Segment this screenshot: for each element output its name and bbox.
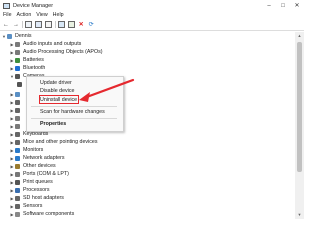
tree-item-label: Batteries bbox=[23, 57, 44, 63]
tree-item-label: Mice and other pointing devices bbox=[23, 139, 98, 145]
audio-icon bbox=[15, 49, 20, 55]
menu-item-scan-hardware[interactable]: Scan for hardware changes bbox=[40, 109, 105, 115]
monitor-icon bbox=[15, 147, 20, 153]
tree-item[interactable]: ▶ Bluetooth bbox=[9, 64, 45, 72]
tree-item-label: Monitors bbox=[23, 147, 44, 153]
close-icon[interactable]: ✕ bbox=[290, 0, 304, 11]
maximize-icon[interactable]: □ bbox=[276, 0, 290, 11]
menu-view[interactable]: View bbox=[36, 12, 47, 18]
scroll-up-icon[interactable]: ▲ bbox=[295, 32, 304, 40]
menu-item-update-driver[interactable]: Update driver bbox=[40, 80, 72, 86]
tree-item[interactable]: ▶ Software components bbox=[9, 210, 74, 218]
menu-divider bbox=[31, 106, 117, 107]
sensor-icon bbox=[15, 203, 20, 209]
scan-icon[interactable] bbox=[45, 21, 53, 29]
tree-item-label: Other devices bbox=[23, 163, 56, 169]
menu-item-uninstall-device[interactable]: Uninstall device bbox=[40, 97, 77, 103]
tree-item[interactable]: ▶ Network adapters bbox=[9, 154, 65, 162]
tree-item-label: Sensors bbox=[23, 203, 43, 209]
tree-item[interactable]: ▶ Processors bbox=[9, 186, 50, 194]
tree-item[interactable]: ▶ Print queues bbox=[9, 178, 53, 186]
toolbar: ← → ✕ ⟳ bbox=[0, 19, 304, 31]
tree-item[interactable]: ▶ Audio inputs and outputs bbox=[9, 40, 81, 48]
tree-item-label: Print queues bbox=[23, 179, 53, 185]
scrollbar-thumb[interactable] bbox=[297, 42, 302, 172]
camera-icon bbox=[17, 81, 22, 87]
tree-item-label: Processors bbox=[23, 187, 50, 193]
tree-item[interactable]: ▶ bbox=[9, 90, 23, 98]
camera-icon bbox=[15, 73, 20, 79]
bluetooth-icon bbox=[15, 65, 20, 71]
computer-icon bbox=[7, 33, 12, 39]
network-icon bbox=[15, 155, 20, 161]
menu-item-properties[interactable]: Properties bbox=[40, 121, 66, 127]
tree-item[interactable]: ▶ bbox=[9, 98, 23, 106]
tree-item-label: Audio Processing Objects (APOs) bbox=[23, 49, 103, 55]
tree-item-label: Software components bbox=[23, 211, 75, 217]
tree-item-label: Audio inputs and outputs bbox=[23, 41, 82, 47]
help-icon[interactable] bbox=[35, 21, 43, 29]
context-menu: Update driver Disable device Uninstall d… bbox=[26, 76, 124, 132]
device-manager-icon bbox=[3, 2, 10, 9]
software-icon bbox=[15, 211, 20, 217]
mouse-icon bbox=[15, 139, 20, 145]
minimize-icon[interactable]: – bbox=[262, 0, 276, 11]
title-bar: Device Manager – □ ✕ bbox=[0, 0, 304, 11]
audio-icon bbox=[15, 41, 20, 47]
remove-icon[interactable]: ✕ bbox=[77, 21, 85, 29]
menu-file[interactable]: File bbox=[3, 12, 12, 18]
forward-arrow-icon[interactable]: → bbox=[12, 21, 20, 29]
battery-icon bbox=[15, 57, 20, 63]
tree-item[interactable]: ▶ Other devices bbox=[9, 162, 56, 170]
tree-item[interactable]: ▶ Mice and other pointing devices bbox=[9, 138, 98, 146]
printer-icon bbox=[15, 179, 20, 185]
vertical-scrollbar[interactable]: ▲ ▼ bbox=[295, 32, 304, 219]
tree-item-label: Ports (COM & LPT) bbox=[23, 171, 69, 177]
keyboard-icon bbox=[15, 131, 20, 137]
device-icon bbox=[15, 99, 20, 105]
port-icon bbox=[15, 171, 20, 177]
window-controls: – □ ✕ bbox=[262, 0, 304, 11]
device-icon bbox=[15, 115, 20, 121]
device-icon bbox=[15, 123, 20, 129]
tree-item-label: Network adapters bbox=[23, 155, 65, 161]
tree-item[interactable]: ▶ SD host adapters bbox=[9, 194, 64, 202]
menu-divider bbox=[31, 118, 117, 119]
tree-item[interactable]: ▶ bbox=[9, 106, 23, 114]
properties-icon[interactable] bbox=[25, 21, 33, 29]
toolbar-divider bbox=[54, 21, 56, 28]
menu-item-disable-device[interactable]: Disable device bbox=[40, 88, 74, 94]
device-icon bbox=[15, 107, 20, 113]
tree-root[interactable]: ▼ Dennis bbox=[1, 32, 32, 40]
tree-item[interactable]: ▶ Monitors bbox=[9, 146, 43, 154]
add-driver-icon[interactable] bbox=[67, 21, 75, 29]
tree-item[interactable]: ▶ Batteries bbox=[9, 56, 44, 64]
tree-item[interactable]: ▶ bbox=[9, 114, 23, 122]
tree-item-camera-device[interactable] bbox=[17, 80, 25, 88]
tree-root-label: Dennis bbox=[15, 33, 32, 39]
menu-action[interactable]: Action bbox=[17, 12, 32, 18]
menu-help[interactable]: Help bbox=[53, 12, 64, 18]
menu-bar: File Action View Help bbox=[0, 11, 304, 19]
tree-item-label: SD host adapters bbox=[23, 195, 64, 201]
toolbar-divider bbox=[22, 21, 23, 28]
window-title: Device Manager bbox=[13, 2, 54, 9]
device-icon bbox=[15, 91, 20, 97]
tree-item[interactable]: ▶ bbox=[9, 122, 23, 130]
sd-card-icon bbox=[15, 195, 20, 201]
tree-item[interactable]: ▶ Ports (COM & LPT) bbox=[9, 170, 69, 178]
tree-item-label: Bluetooth bbox=[23, 65, 46, 71]
unknown-device-icon bbox=[15, 163, 20, 169]
back-arrow-icon[interactable]: ← bbox=[2, 21, 10, 29]
update-icon[interactable]: ⟳ bbox=[87, 21, 95, 29]
tree-item[interactable]: ▶ Sensors bbox=[9, 202, 42, 210]
monitor-icon[interactable] bbox=[57, 21, 65, 29]
tree-item[interactable]: ▶ Audio Processing Objects (APOs) bbox=[9, 48, 102, 56]
processor-icon bbox=[15, 187, 20, 193]
scroll-down-icon[interactable]: ▼ bbox=[295, 211, 304, 219]
